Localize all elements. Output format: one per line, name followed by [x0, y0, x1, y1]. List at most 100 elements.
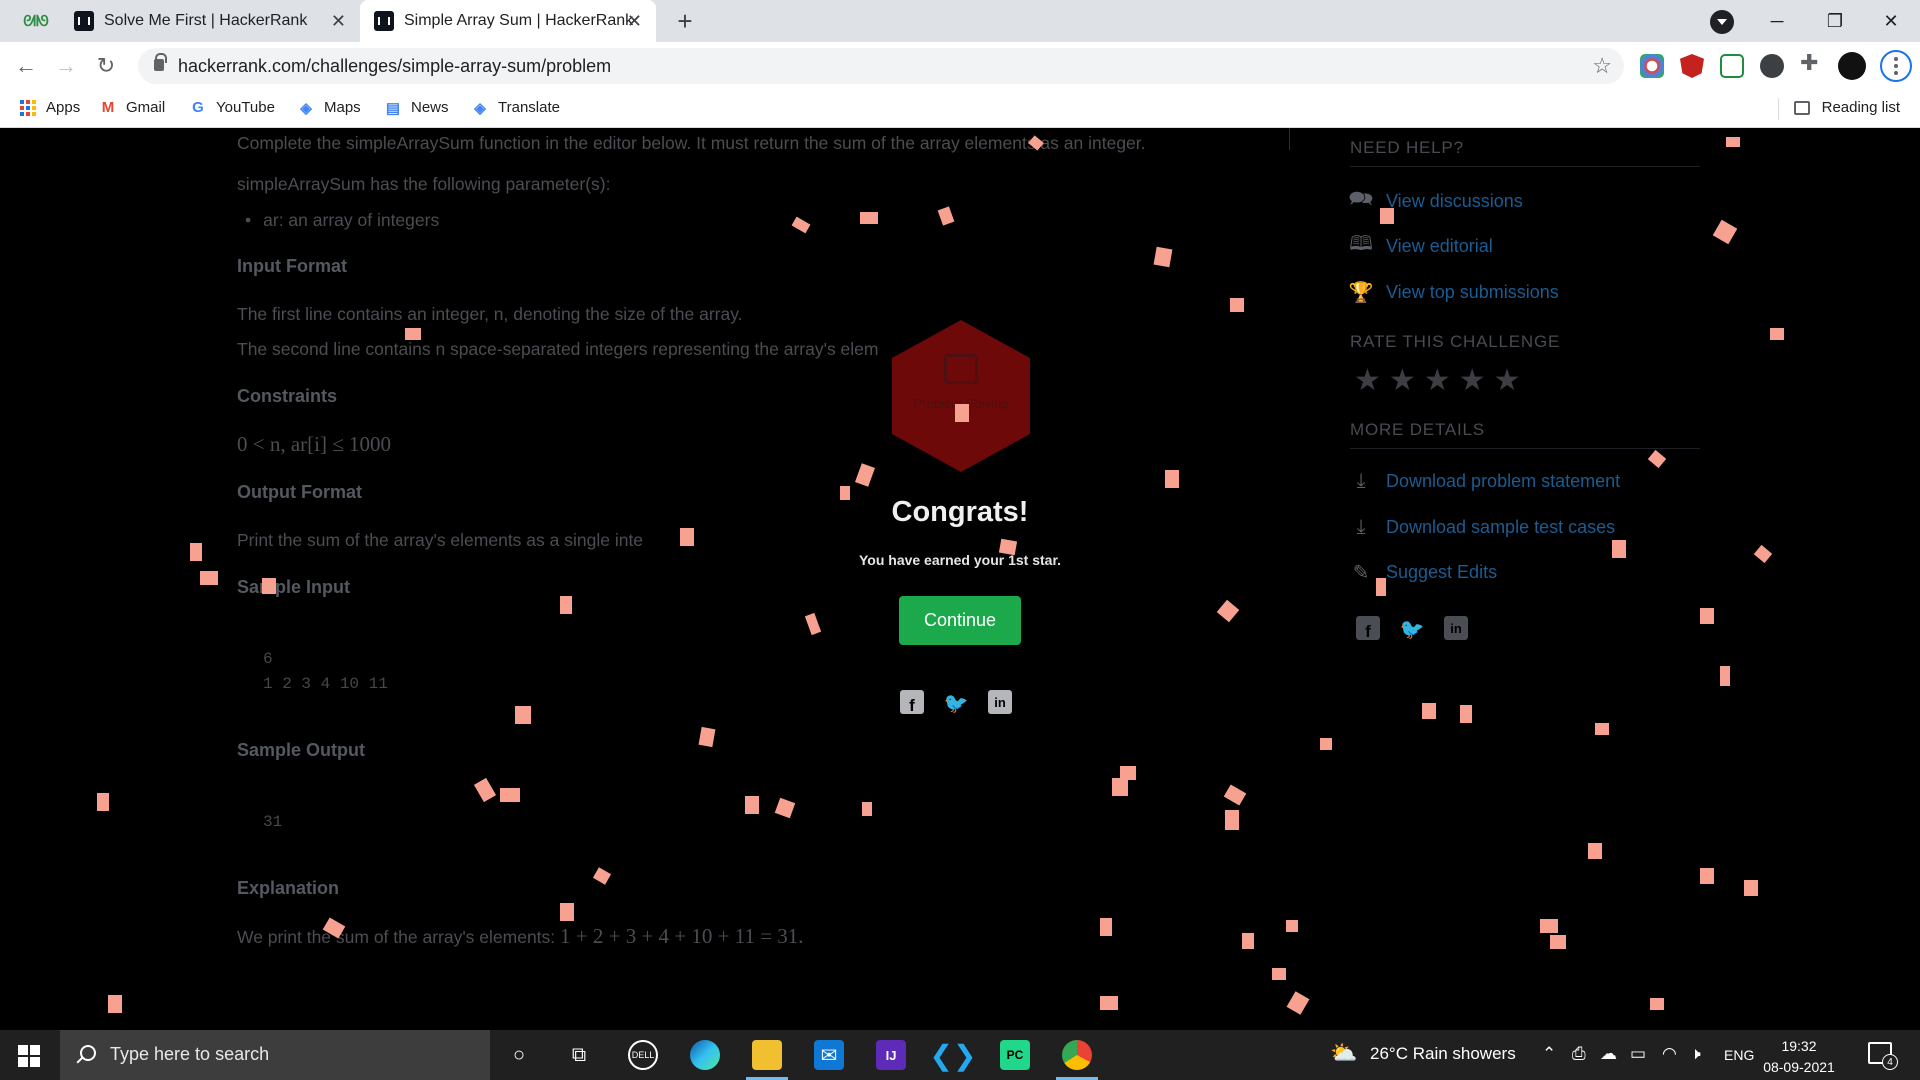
twitter-icon[interactable]: 🐦: [944, 690, 969, 714]
reading-list-button[interactable]: Reading list: [1793, 99, 1900, 116]
confetti-piece: [745, 796, 759, 814]
language-indicator[interactable]: ENG: [1724, 1047, 1754, 1063]
suggest-edits-link[interactable]: ✎ Suggest Edits: [1350, 561, 1497, 584]
notifications-icon[interactable]: 4: [1868, 1042, 1898, 1070]
confetti-piece: [1588, 843, 1602, 859]
confetti-piece: [1112, 778, 1128, 796]
file-explorer-icon[interactable]: [746, 1040, 788, 1080]
twitter-icon[interactable]: 🐦: [1400, 616, 1425, 640]
view-top-submissions-link[interactable]: 🏆 View top submissions: [1349, 281, 1559, 304]
bookmark-youtube[interactable]: G YouTube: [190, 99, 275, 116]
lock-icon[interactable]: [154, 53, 167, 71]
geeksforgeeks-tab-icon[interactable]: ᘛᘚ: [14, 0, 58, 42]
news-icon: ▤: [385, 99, 401, 117]
new-tab-button[interactable]: +: [670, 6, 700, 36]
bookmark-maps[interactable]: ◈ Maps: [298, 99, 360, 117]
download-statement-link[interactable]: ⤓ Download problem statement: [1350, 470, 1621, 492]
pencil-icon: ✎: [1352, 561, 1370, 584]
bookmark-news[interactable]: ▤ News: [385, 99, 449, 117]
battery-icon[interactable]: ▭: [1630, 1044, 1646, 1064]
rate-challenge-heading: RATE THIS CHALLENGE: [1350, 332, 1561, 351]
confetti-piece: [1120, 766, 1136, 780]
chrome-menu-icon[interactable]: [1880, 50, 1912, 82]
confetti-piece: [1320, 738, 1332, 750]
screenshot-extension-icon[interactable]: [1720, 54, 1744, 78]
close-window-button[interactable]: ✕: [1862, 0, 1920, 42]
confetti-piece: [1153, 246, 1173, 268]
volume-muted-icon[interactable]: 🕨: [1690, 1044, 1701, 1064]
search-placeholder[interactable]: Type here to search: [110, 1044, 269, 1065]
confetti-piece: [1550, 935, 1566, 949]
confetti-piece: [1650, 998, 1664, 1010]
star-icon[interactable]: ★: [1354, 366, 1381, 396]
rating-stars[interactable]: ★ ★ ★ ★ ★: [1354, 366, 1521, 396]
confetti-piece: [1726, 137, 1740, 147]
windows-taskbar: Type here to search ○ ⧉ DELL ✉ IJ ❮❯ PC …: [0, 1030, 1920, 1080]
cortana-icon[interactable]: ○: [504, 1040, 534, 1070]
forward-arrow-icon[interactable]: →: [50, 50, 82, 82]
wifi-icon[interactable]: ◠: [1662, 1044, 1677, 1064]
onedrive-icon[interactable]: ☁: [1600, 1044, 1617, 1064]
mail-icon[interactable]: ✉: [814, 1040, 844, 1070]
close-tab-icon[interactable]: ✕: [627, 11, 642, 32]
minimize-button[interactable]: ─: [1748, 0, 1806, 42]
view-editorial-link[interactable]: 🕮 View editorial: [1349, 233, 1493, 257]
bookmark-label: YouTube: [216, 99, 275, 116]
confetti-piece: [1744, 880, 1758, 896]
constraint-formula: 0 < n, ar[i] ≤ 1000: [237, 432, 392, 456]
url-text[interactable]: hackerrank.com/challenges/simple-array-s…: [178, 56, 611, 77]
pycharm-icon[interactable]: PC: [1000, 1040, 1030, 1070]
shield-extension-icon[interactable]: [1680, 54, 1704, 78]
bookmark-star-icon[interactable]: ☆: [1592, 53, 1612, 79]
bookmark-apps[interactable]: Apps: [20, 99, 80, 116]
notification-count: 4: [1882, 1054, 1898, 1070]
reload-icon[interactable]: ↻: [90, 50, 122, 82]
confetti-piece: [560, 596, 572, 614]
task-view-icon[interactable]: ⧉: [564, 1040, 594, 1070]
windows-start-icon[interactable]: [18, 1045, 40, 1067]
incognito-extension-icon[interactable]: [1760, 54, 1784, 78]
confetti-piece: [1100, 918, 1112, 936]
confetti-piece: [592, 867, 612, 885]
bookmark-translate[interactable]: ◈ Translate: [472, 99, 560, 117]
show-hidden-icons[interactable]: ⌃: [1542, 1044, 1556, 1064]
facebook-icon[interactable]: f: [1356, 616, 1380, 640]
star-icon[interactable]: ★: [1459, 366, 1486, 396]
star-icon[interactable]: ★: [1389, 366, 1416, 396]
linkedin-icon[interactable]: in: [1444, 616, 1468, 640]
weather-icon[interactable]: ⛅: [1330, 1040, 1357, 1066]
vscode-icon[interactable]: ❮❯: [930, 1040, 977, 1071]
extensions-puzzle-icon[interactable]: ✚: [1800, 50, 1824, 75]
tab-simple-array-sum[interactable]: Simple Array Sum | HackerRank ✕: [360, 0, 656, 42]
profile-avatar[interactable]: [1838, 52, 1866, 80]
tab-search-icon[interactable]: [1710, 10, 1734, 34]
close-tab-icon[interactable]: ✕: [331, 11, 346, 32]
intellij-icon[interactable]: IJ: [876, 1040, 906, 1070]
star-icon[interactable]: ★: [1424, 366, 1451, 396]
color-picker-extension-icon[interactable]: [1640, 54, 1664, 78]
weather-text[interactable]: 26°C Rain showers: [1370, 1044, 1516, 1064]
linkedin-icon[interactable]: in: [988, 690, 1012, 714]
back-arrow-icon[interactable]: ←: [10, 50, 42, 82]
confetti-piece: [998, 538, 1018, 556]
continue-button[interactable]: Continue: [899, 596, 1021, 645]
restore-button[interactable]: ❐: [1806, 0, 1864, 42]
taskbar-clock[interactable]: 19:32 08-09-2021: [1762, 1036, 1836, 1078]
joystick-icon: [944, 354, 978, 384]
meet-now-icon[interactable]: ⎙: [1572, 1044, 1586, 1064]
download-tests-link[interactable]: ⤓ Download sample test cases: [1350, 516, 1616, 538]
dell-icon[interactable]: DELL: [628, 1040, 658, 1070]
star-icon[interactable]: ★: [1494, 366, 1521, 396]
input-format-heading: Input Format: [237, 256, 347, 276]
edge-icon[interactable]: [690, 1040, 720, 1070]
confetti-piece: [937, 206, 955, 226]
taskbar-search-box[interactable]: Type here to search: [60, 1030, 490, 1080]
facebook-icon[interactable]: f: [900, 690, 924, 714]
address-bar[interactable]: hackerrank.com/challenges/simple-array-s…: [138, 48, 1624, 84]
tab-solve-me-first[interactable]: Solve Me First | HackerRank ✕: [60, 0, 361, 42]
view-discussions-link[interactable]: 🗪 View discussions: [1349, 188, 1523, 212]
chrome-icon[interactable]: [1056, 1040, 1098, 1080]
bookmark-gmail[interactable]: M Gmail: [100, 99, 165, 116]
explanation-heading: Explanation: [237, 878, 340, 898]
confetti-piece: [1216, 599, 1240, 623]
